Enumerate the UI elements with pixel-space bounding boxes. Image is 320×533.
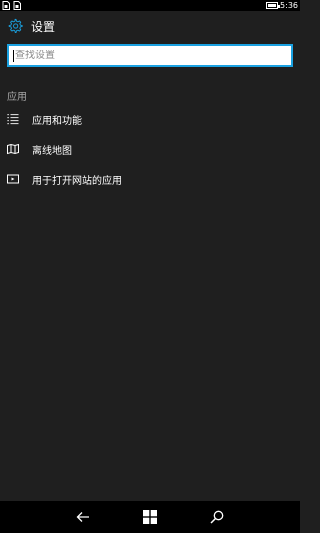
menu-item-web-apps[interactable]: 用于打开网站的应用 xyxy=(7,168,293,190)
status-time: 5:36 xyxy=(280,1,298,10)
navigation-bar xyxy=(0,501,300,533)
menu-item-apps-features[interactable]: 应用和功能 xyxy=(7,108,293,130)
start-button[interactable] xyxy=(142,509,158,525)
web-app-icon xyxy=(7,174,19,184)
map-icon xyxy=(7,143,19,155)
search-button[interactable] xyxy=(209,509,225,525)
page-title: 设置 xyxy=(31,19,56,34)
back-button[interactable] xyxy=(75,509,91,525)
status-bar: 5:36 xyxy=(0,0,300,11)
menu-item-offline-maps[interactable]: 离线地图 xyxy=(7,138,293,160)
menu-item-label: 应用和功能 xyxy=(32,115,82,127)
status-right: 5:36 xyxy=(266,0,298,11)
status-left xyxy=(2,1,21,10)
search-input[interactable] xyxy=(15,50,291,61)
page-header: 设置 xyxy=(0,14,300,38)
sim-icon-2 xyxy=(13,1,21,10)
list-icon xyxy=(7,114,19,125)
text-caret xyxy=(13,49,14,62)
menu-item-label: 离线地图 xyxy=(32,145,72,157)
gear-icon xyxy=(8,18,23,33)
windows-start-icon xyxy=(142,510,157,524)
back-arrow-icon xyxy=(76,512,90,522)
sim-icon xyxy=(2,1,10,10)
settings-screen: 5:36 设置 应用 应用和功能 xyxy=(0,0,300,533)
search-box[interactable] xyxy=(7,44,293,67)
section-header-apps: 应用 xyxy=(7,92,27,103)
menu-item-label: 用于打开网站的应用 xyxy=(32,175,122,187)
battery-icon xyxy=(266,2,281,9)
search-icon xyxy=(210,510,223,524)
